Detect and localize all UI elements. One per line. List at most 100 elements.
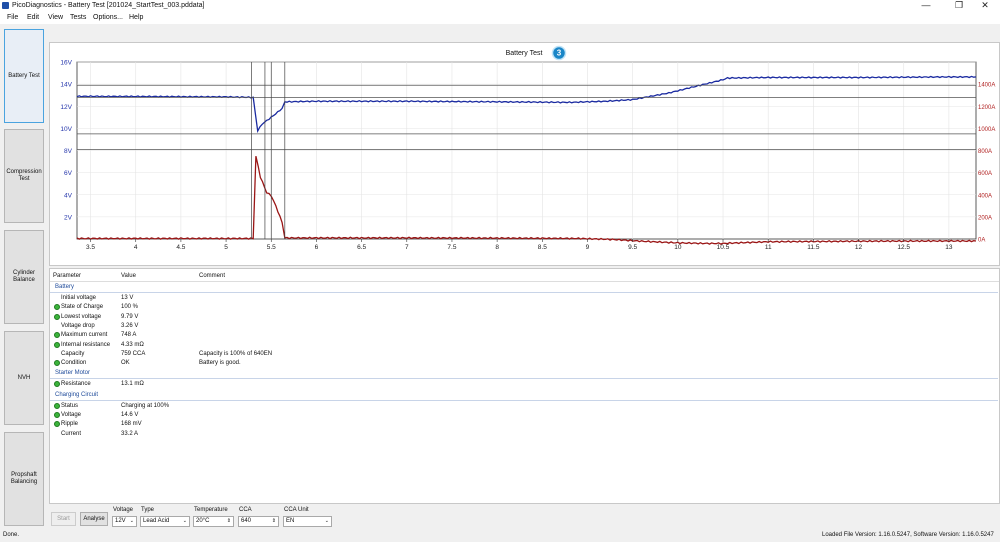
status-ok-icon (54, 341, 60, 348)
result-row[interactable]: Lowest voltage 9.79 V (50, 313, 998, 322)
cca-value: 640 (241, 518, 252, 524)
temperature-stepper[interactable]: 20°C ⇕ (193, 516, 234, 527)
result-name: Ripple (61, 421, 79, 428)
app-icon (2, 2, 9, 9)
menu-options[interactable]: Options... (93, 13, 123, 23)
result-row[interactable]: Initial voltage 13 V (50, 294, 998, 303)
result-name: Resistance (61, 381, 91, 388)
result-comment: Capacity is 100% of 640EN (199, 350, 273, 357)
result-row[interactable]: State of Charge 100 % (50, 303, 998, 312)
status-ok-icon (54, 421, 60, 428)
temperature-value: 20°C (196, 518, 210, 524)
result-row[interactable]: Ripple 168 mV (50, 420, 998, 429)
result-name: State of Charge (61, 304, 104, 311)
y-left-tick-label: 10V (60, 126, 72, 133)
version-info: Loaded File Version: 1.16.0.5247, Softwa… (822, 532, 994, 538)
result-row[interactable]: Condition OK Battery is good. (50, 359, 998, 368)
section-header: Starter Motor (55, 370, 91, 377)
status-ok-icon (54, 381, 60, 388)
voltage-value: 12V (115, 518, 126, 524)
test-settings-bar: Start Analyse Voltage 12V ⌄ Type Lead Aci… (49, 506, 1000, 528)
result-name: Voltage (61, 412, 82, 418)
x-tick-label: 9 (586, 244, 590, 251)
column-header-comment[interactable]: Comment (199, 273, 225, 279)
result-value: 759 CCA (121, 350, 146, 357)
result-value: 13.1 mΩ (121, 381, 144, 388)
start-button[interactable]: Start (51, 512, 76, 526)
y-right-tick-label: 200A (978, 215, 992, 221)
cca-stepper[interactable]: 640 ⇕ (238, 516, 279, 527)
menu-file[interactable]: File (7, 13, 18, 23)
header-divider (50, 281, 999, 282)
result-row[interactable]: Current 33.2 A (50, 430, 998, 439)
menu-edit[interactable]: Edit (27, 13, 39, 23)
section-header: Charging Circuit (55, 391, 99, 398)
sidebar-item-nvh[interactable]: NVH (4, 331, 44, 425)
result-value: 168 mV (121, 421, 142, 428)
y-left-tick-label: 8V (64, 148, 73, 155)
result-row[interactable]: Internal resistance 4.33 mΩ (50, 341, 998, 350)
chevron-down-icon: ⌄ (324, 518, 329, 524)
window-title: PicoDiagnostics - Battery Test [201024_S… (12, 2, 205, 9)
result-value: 9.79 V (121, 313, 139, 320)
battery-type-value: Lead Acid (143, 518, 170, 524)
voltage-select[interactable]: 12V ⌄ (112, 516, 137, 527)
result-value: OK (121, 360, 130, 367)
x-tick-label: 11.5 (807, 244, 820, 251)
result-name: Current (61, 430, 82, 437)
result-name: Lowest voltage (61, 313, 102, 320)
x-tick-label: 12 (855, 244, 863, 251)
section-divider (50, 399, 998, 401)
y-left-tick-label: 16V (60, 60, 72, 67)
x-tick-label: 5 (224, 244, 228, 251)
result-row[interactable]: Voltage 14.6 V (50, 411, 998, 420)
x-tick-label: 5.5 (267, 244, 276, 251)
status-ok-icon (54, 402, 60, 409)
result-row[interactable]: Voltage drop 3.26 V (50, 322, 998, 331)
result-name: Maximum current (61, 332, 108, 339)
sidebar-item-propshaft-balancing[interactable]: Propshaft Balancing (4, 432, 44, 526)
result-row[interactable]: Maximum current 748 A (50, 331, 998, 340)
result-value: 4.33 mΩ (121, 341, 144, 348)
result-name: Condition (61, 360, 87, 367)
result-value: 748 A (121, 332, 137, 339)
analyse-button[interactable]: Analyse (80, 512, 108, 526)
sidebar-item-compression-test[interactable]: Compression Test (4, 129, 44, 223)
x-tick-label: 9.5 (628, 244, 637, 251)
result-comment: Battery is good. (199, 360, 241, 367)
cca-unit-select[interactable]: EN ⌄ (283, 516, 332, 527)
result-value: 13 V (121, 295, 134, 301)
x-tick-label: 4 (134, 244, 138, 251)
x-tick-label: 4.5 (176, 244, 185, 251)
y-left-tick-label: 4V (64, 192, 73, 199)
menu-help[interactable]: Help (129, 13, 143, 23)
menu-view[interactable]: View (48, 13, 63, 23)
type-label: Type (141, 507, 155, 513)
battery-type-select[interactable]: Lead Acid ⌄ (140, 516, 190, 527)
cca-unit-label: CCA Unit (284, 507, 309, 513)
status-ok-icon (54, 313, 60, 320)
y-right-tick-label: 0A (978, 238, 985, 244)
cca-unit-value: EN (286, 518, 295, 524)
y-left-tick-label: 2V (64, 214, 73, 221)
section-header: Battery (55, 284, 75, 290)
sidebar-item-battery-test[interactable]: Battery Test (4, 29, 44, 123)
close-button[interactable]: ✕ (970, 0, 1000, 12)
annotation-badge: 3 (551, 45, 567, 61)
status-bar: Done. Loaded File Version: 1.16.0.5247, … (0, 530, 1000, 542)
battery-test-chart[interactable]: 3.5 4 4.5 5 5.5 6 6.5 7 7.5 8 8.5 9 9.5 10 10.5 11 11.5 1… (50, 43, 1000, 267)
result-row[interactable]: Capacity 759 CCA Capacity is 100% of 640EN (50, 350, 998, 359)
chevron-down-icon: ⌄ (182, 518, 187, 524)
result-row[interactable]: Resistance 13.1 mΩ (50, 380, 998, 389)
sidebar-item-cylinder-balance[interactable]: Cylinder Balance (4, 230, 44, 324)
result-row[interactable]: Status Charging at 100% (50, 402, 998, 411)
menu-tests[interactable]: Tests (70, 13, 86, 23)
result-value: 14.6 V (121, 412, 139, 418)
minimize-button[interactable]: — (911, 0, 941, 12)
column-header-parameter[interactable]: Parameter (53, 273, 81, 279)
result-name: Initial voltage (61, 295, 97, 301)
chart-panel: 3.5 4 4.5 5 5.5 6 6.5 7 7.5 8 8.5 9 9.5 10 10.5 11 11.5 1… (49, 42, 1000, 266)
x-tick-label: 8.5 (538, 244, 547, 251)
column-header-value[interactable]: Value (121, 273, 136, 279)
x-tick-label: 11 (765, 244, 772, 251)
